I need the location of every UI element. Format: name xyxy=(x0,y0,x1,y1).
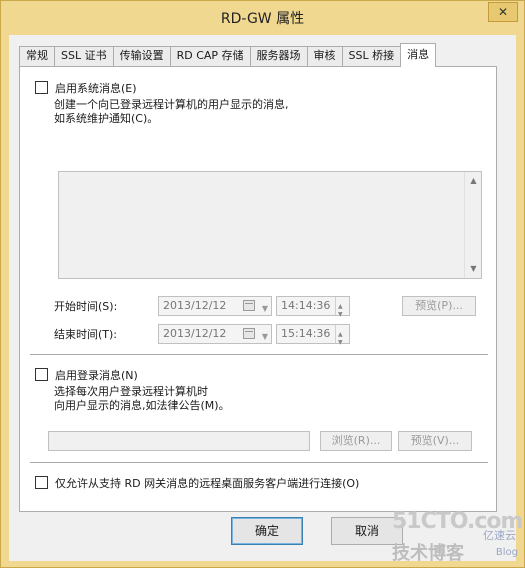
enable-system-message-label: 启用系统消息(E) xyxy=(55,82,137,95)
tab-transport-settings[interactable]: 传输设置 xyxy=(112,46,171,66)
end-date-picker[interactable]: 2013/12/12 ▼ xyxy=(158,324,272,344)
browse-button[interactable]: 浏览(R)... xyxy=(320,431,392,451)
separator xyxy=(30,462,488,463)
close-button[interactable]: ✕ xyxy=(488,2,518,22)
only-allow-supported-clients-label: 仅允许从支持 RD 网关消息的远程桌面服务客户端进行连接(O) xyxy=(55,477,360,490)
logon-preview-button[interactable]: 预览(V)... xyxy=(398,431,472,451)
tab-general[interactable]: 常规 xyxy=(19,46,55,66)
tab-server-farm[interactable]: 服务器场 xyxy=(249,46,308,66)
separator xyxy=(30,354,488,355)
calendar-icon[interactable] xyxy=(243,328,255,339)
tab-ssl-certificate[interactable]: SSL 证书 xyxy=(54,46,114,66)
tab-messaging[interactable]: 消息 xyxy=(400,43,437,67)
window-title: RD-GW 属性 xyxy=(220,11,305,27)
messaging-panel: 启用系统消息(E) 创建一个向已登录远程计算机的用户显示的消息, 如系统维护通知… xyxy=(19,66,497,512)
watermark-line3: Blog xyxy=(495,547,518,558)
start-date-value: 2013/12/12 xyxy=(163,299,227,312)
scroll-up-icon[interactable]: ▲ xyxy=(467,174,480,188)
start-time-spinner[interactable]: ▲ ▼ xyxy=(335,297,349,318)
close-icon: ✕ xyxy=(497,5,509,19)
chevron-down-icon[interactable]: ▼ xyxy=(262,300,268,318)
system-message-textarea[interactable]: ▲ ▼ xyxy=(58,171,482,279)
textarea-scrollbar[interactable]: ▲ ▼ xyxy=(464,172,481,278)
tab-ssl-bridging[interactable]: SSL 桥接 xyxy=(341,46,402,66)
title-bar[interactable]: RD-GW 属性 ✕ xyxy=(1,1,524,35)
chevron-down-icon[interactable]: ▼ xyxy=(262,328,268,346)
tab-rd-cap-store[interactable]: RD CAP 存储 xyxy=(169,46,251,66)
ok-button[interactable]: 确定 xyxy=(231,517,303,545)
end-time-label: 结束时间(T): xyxy=(54,328,118,341)
start-time-input[interactable]: 14:14:36 ▲ ▼ xyxy=(276,296,350,318)
watermark-line4: 亿速云 xyxy=(483,529,516,542)
start-date-picker[interactable]: 2013/12/12 ▼ xyxy=(158,296,272,316)
only-allow-supported-clients-checkbox[interactable] xyxy=(35,476,48,489)
system-preview-button[interactable]: 预览(P)... xyxy=(402,296,476,316)
enable-logon-message-checkbox[interactable] xyxy=(35,368,48,381)
calendar-icon[interactable] xyxy=(243,300,255,311)
end-time-spinner[interactable]: ▲ ▼ xyxy=(335,325,349,346)
dialog-client-area: 常规 SSL 证书 传输设置 RD CAP 存储 服务器场 审核 SSL 桥接 … xyxy=(9,35,516,561)
spin-down-icon[interactable]: ▼ xyxy=(338,334,343,352)
system-message-description-2: 如系统维护通知(C)。 xyxy=(54,112,159,125)
enable-system-message-checkbox[interactable] xyxy=(35,81,48,94)
scroll-down-icon[interactable]: ▼ xyxy=(467,262,480,276)
end-time-value: 15:14:36 xyxy=(281,327,331,340)
enable-logon-message-label: 启用登录消息(N) xyxy=(55,369,138,382)
end-date-value: 2013/12/12 xyxy=(163,327,227,340)
end-time-input[interactable]: 15:14:36 ▲ ▼ xyxy=(276,324,350,346)
logon-message-file-input[interactable] xyxy=(48,431,310,451)
watermark-logo: 51CTO.com 亿速云 技术博客 Blog xyxy=(388,509,523,565)
watermark-line2: 技术博客 xyxy=(392,543,464,564)
start-time-label: 开始时间(S): xyxy=(54,300,118,313)
properties-window: RD-GW 属性 ✕ 常规 SSL 证书 传输设置 RD CAP 存储 服务器场… xyxy=(0,0,525,568)
tab-strip: 常规 SSL 证书 传输设置 RD CAP 存储 服务器场 审核 SSL 桥接 … xyxy=(19,43,437,67)
spin-down-icon[interactable]: ▼ xyxy=(338,306,343,324)
logon-message-description-2: 向用户显示的消息,如法律公告(M)。 xyxy=(54,399,230,412)
tab-auditing[interactable]: 审核 xyxy=(306,46,343,66)
start-time-value: 14:14:36 xyxy=(281,299,331,312)
